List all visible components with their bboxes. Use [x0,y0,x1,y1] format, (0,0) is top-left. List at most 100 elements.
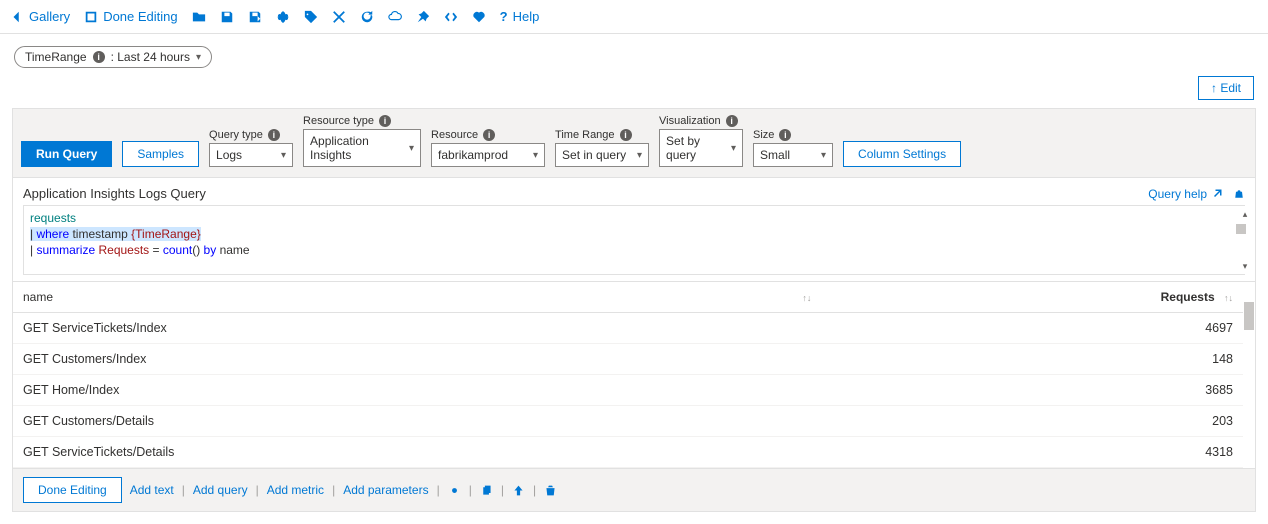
help-question-icon: ? [500,9,508,24]
copy-icon-button[interactable] [480,484,493,497]
heart-icon[interactable] [472,10,486,24]
scroll-thumb[interactable] [1236,224,1246,234]
editor-token-keyword: by [204,243,217,257]
save-as-icon[interactable] [248,10,262,24]
main-toolbar: Gallery Done Editing ? Help [0,0,1268,34]
resource-value: fabrikamprod [438,148,508,162]
size-select[interactable]: Small▾ [753,143,833,167]
cloud-icon[interactable] [388,10,402,24]
chevron-down-icon: ▾ [281,150,286,161]
table-row[interactable]: GET Customers/Details 203 [13,406,1243,437]
pin-icon[interactable] [416,10,430,24]
table-row[interactable]: GET ServiceTickets/Index 4697 [13,313,1243,344]
visualization-value: Set by query [666,134,723,162]
editor-token-text: name [216,243,249,257]
time-range-pill[interactable]: TimeRange i : Last 24 hours ▾ [14,46,212,68]
edit-button[interactable]: ↑ Edit [1198,76,1254,100]
resource-type-label: Resource type [303,115,374,127]
done-editing-icon [84,10,98,24]
query-type-select[interactable]: Logs ▾ [209,143,293,167]
query-help-link[interactable]: Query help [1148,187,1223,201]
cell-requests: 3685 [826,375,1243,406]
editor-token-field: Requests [95,243,149,257]
chevron-down-icon: ▾ [821,150,826,161]
cell-spacer [786,344,826,375]
gallery-button[interactable]: Gallery [10,9,70,24]
column-header-name[interactable]: name [13,282,786,313]
time-range-value: Set in query [562,148,626,162]
time-range-pill-value: : Last 24 hours [111,50,190,64]
cell-requests: 4318 [826,437,1243,468]
table-row[interactable]: GET Home/Index3685 [13,375,1243,406]
column-header-spacer[interactable]: ↑↓ [786,282,826,313]
time-range-pill-label: TimeRange [25,50,87,64]
cell-name: GET ServiceTickets/Index [13,313,786,344]
cell-requests: 203 [826,406,1243,437]
done-editing-label: Done Editing [103,9,177,24]
save-icon[interactable] [220,10,234,24]
time-range-select[interactable]: Set in query▾ [555,143,649,167]
resource-select[interactable]: fabrikamprod ▾ [431,143,545,167]
refresh-icon[interactable] [360,10,374,24]
editor-token-text: timestamp [69,227,131,241]
shopping-icon-button[interactable] [1233,188,1245,200]
table-row[interactable]: GET Customers/Index148 [13,344,1243,375]
gear-icon[interactable] [276,10,290,24]
scroll-up-icon[interactable]: ▴ [1243,206,1248,222]
samples-button[interactable]: Samples [122,141,199,167]
add-query-link[interactable]: Add query [193,483,248,497]
time-range-row: TimeRange i : Last 24 hours ▾ [0,34,1268,72]
add-metric-link[interactable]: Add metric [267,483,324,497]
info-icon: i [93,51,105,63]
folder-icon[interactable] [192,10,206,24]
cell-name: GET ServiceTickets/Details [13,437,786,468]
run-query-button[interactable]: Run Query [21,141,112,167]
add-text-link[interactable]: Add text [130,483,174,497]
chevron-down-icon: ▾ [533,150,538,161]
resource-type-select[interactable]: Application Insights▾ [303,129,421,167]
editor-scrollbar[interactable]: ▴ ▾ [1236,206,1254,274]
scroll-down-icon[interactable]: ▾ [1243,258,1248,274]
section-footer: Done Editing Add text | Add query | Add … [13,468,1255,511]
editor-token-keyword: where [36,227,69,241]
done-editing-top-button[interactable]: Done Editing [84,9,177,24]
resource-field: Resourcei fabrikamprod▾ [431,129,545,167]
tag-icon[interactable] [304,10,318,24]
editor-token-param: {TimeRange} [131,227,201,241]
cell-spacer [786,437,826,468]
delete-icon-button[interactable] [544,484,557,497]
cell-spacer [786,406,826,437]
visualization-select[interactable]: Set by query ▾ [659,129,743,167]
resource-type-field: Resource typei Application Insights▾ [303,115,421,167]
column-header-requests[interactable]: Requests ↑↓ [826,282,1243,313]
query-panel: Run Query Samples Query typei Logs▾ Reso… [12,108,1256,512]
done-editing-footer-button[interactable]: Done Editing [23,477,122,503]
code-icon[interactable] [444,10,458,24]
add-parameters-link[interactable]: Add parameters [343,483,428,497]
cell-name: GET Customers/Index [13,344,786,375]
editor-token-keyword: summarize [36,243,95,257]
size-label: Size [753,129,774,141]
move-up-icon-button[interactable] [512,484,525,497]
table-row[interactable]: GET ServiceTickets/Details 4318 [13,437,1243,468]
close-icon[interactable] [332,10,346,24]
column-settings-button[interactable]: Column Settings [843,141,961,167]
settings-icon-button[interactable] [448,484,461,497]
cell-name: GET Customers/Details [13,406,786,437]
info-icon: i [779,129,791,141]
scroll-thumb[interactable] [1244,302,1254,330]
chevron-down-icon: ▾ [731,143,736,154]
help-button[interactable]: ? Help [500,9,540,24]
query-type-value: Logs [216,148,242,162]
column-requests-label: Requests [1161,290,1215,304]
results-scrollbar[interactable] [1243,282,1255,468]
editor-token-function: count [163,243,192,257]
query-editor[interactable]: requests | where timestamp {TimeRange} |… [23,205,1245,275]
back-arrow-icon [10,10,24,24]
visualization-field: Visualizationi Set by query▾ [659,115,743,167]
query-title-row: Application Insights Logs Query Query he… [13,178,1255,205]
cell-requests: 4697 [826,313,1243,344]
sort-icon: ↑↓ [802,293,811,303]
query-config-bar: Run Query Samples Query typei Logs▾ Reso… [13,109,1255,178]
shopping-icon [1233,188,1245,200]
